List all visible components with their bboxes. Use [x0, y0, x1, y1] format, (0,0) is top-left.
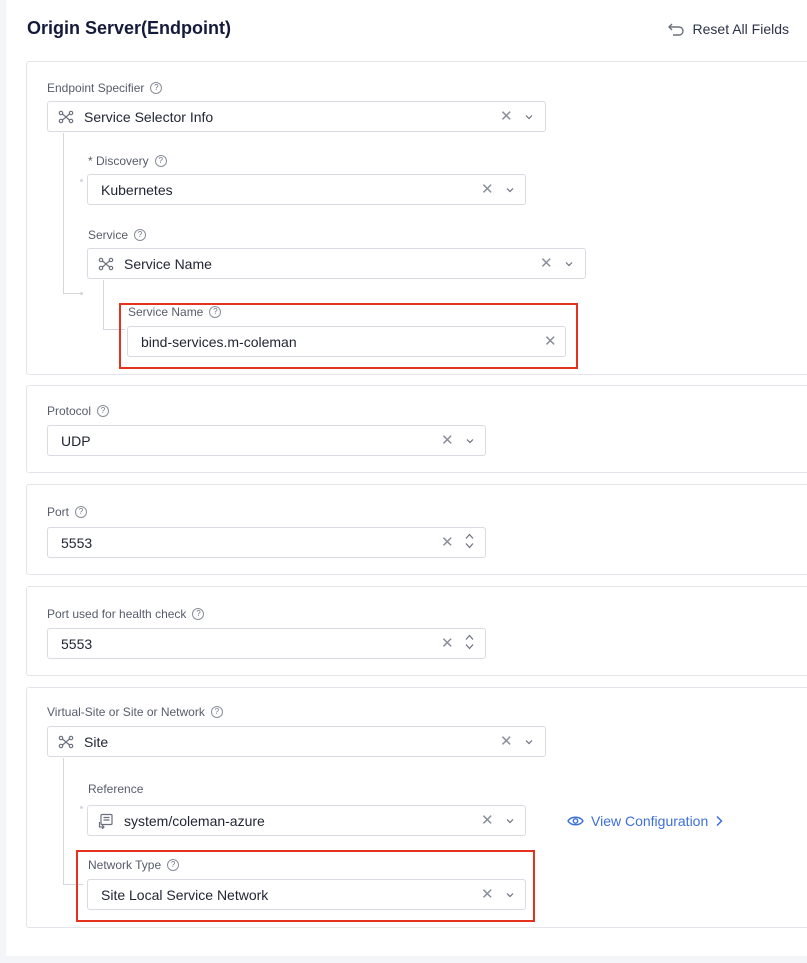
reset-label: Reset All Fields [692, 21, 789, 37]
clear-icon[interactable]: ✕ [481, 813, 494, 828]
view-configuration-link[interactable]: View Configuration [567, 813, 723, 829]
port-card: Port? 5553 ✕ [26, 484, 807, 575]
port-input[interactable]: 5553 ✕ [47, 527, 486, 558]
form-page: Origin Server(Endpoint) Reset All Fields… [6, 0, 807, 956]
clear-icon[interactable]: ✕ [500, 109, 513, 124]
tree-line [63, 133, 64, 294]
service-name-highlight [119, 303, 578, 369]
port-label: Port? [47, 505, 88, 519]
protocol-label: Protocol? [47, 404, 110, 418]
selector-icon [58, 109, 76, 125]
chevron-down-icon[interactable] [565, 260, 573, 268]
help-icon[interactable]: ? [134, 229, 147, 241]
help-icon[interactable]: ? [192, 608, 205, 620]
tree-dot [80, 292, 83, 295]
endpoint-specifier-select[interactable]: Service Selector Info ✕ [47, 101, 546, 132]
help-icon[interactable]: ? [75, 506, 88, 518]
view-configuration-label: View Configuration [591, 813, 709, 829]
chevron-down-icon[interactable] [525, 738, 533, 746]
port-value: 5553 [61, 534, 93, 551]
help-icon[interactable]: ? [97, 405, 110, 417]
reset-all-fields-button[interactable]: Reset All Fields [667, 20, 789, 38]
eye-icon [567, 816, 584, 826]
health-port-value: 5553 [61, 635, 93, 652]
reset-icon [667, 23, 684, 36]
reference-value: system/coleman-azure [124, 812, 265, 829]
discovery-select[interactable]: Kubernetes ✕ [87, 174, 526, 205]
health-port-card: Port used for health check? 5553 ✕ [26, 586, 807, 676]
clear-icon[interactable]: ✕ [540, 256, 553, 271]
discovery-value: Kubernetes [101, 181, 173, 198]
chevron-down-icon[interactable] [525, 113, 533, 121]
chevron-down-icon[interactable] [506, 186, 514, 194]
selector-icon [58, 734, 76, 750]
clear-icon[interactable]: ✕ [441, 535, 454, 550]
protocol-select[interactable]: UDP ✕ [47, 425, 486, 456]
page-title: Origin Server(Endpoint) [27, 18, 232, 38]
reference-icon [98, 813, 116, 829]
service-value: Service Name [124, 255, 212, 272]
clear-icon[interactable]: ✕ [441, 433, 454, 448]
selector-icon [98, 256, 116, 272]
tree-line [103, 280, 104, 330]
clear-icon[interactable]: ✕ [500, 734, 513, 749]
stepper-icon[interactable] [465, 634, 474, 650]
tree-dot [80, 179, 83, 182]
service-label: Service? [88, 228, 147, 242]
network-type-highlight [76, 850, 535, 922]
protocol-card: Protocol? UDP ✕ [26, 385, 807, 473]
stepper-icon[interactable] [465, 533, 474, 549]
service-select[interactable]: Service Name ✕ [87, 248, 586, 279]
help-icon[interactable]: ? [154, 155, 167, 167]
site-value: Site [84, 733, 109, 750]
endpoint-specifier-value: Service Selector Info [84, 108, 214, 125]
reference-label: Reference [88, 782, 144, 796]
clear-icon[interactable]: ✕ [481, 182, 494, 197]
protocol-value: UDP [61, 432, 91, 449]
endpoint-specifier-label: Endpoint Specifier? [47, 81, 163, 95]
site-select[interactable]: Site ✕ [47, 726, 546, 757]
health-port-input[interactable]: 5553 ✕ [47, 628, 486, 659]
help-icon[interactable]: ? [210, 706, 223, 718]
health-port-label: Port used for health check? [47, 607, 205, 621]
reference-select[interactable]: system/coleman-azure ✕ [87, 805, 526, 836]
discovery-label: * Discovery? [88, 154, 167, 168]
tree-dot [80, 806, 83, 809]
chevron-right-icon [716, 815, 723, 827]
site-label: Virtual-Site or Site or Network? [47, 705, 223, 719]
chevron-down-icon[interactable] [466, 437, 474, 445]
clear-icon[interactable]: ✕ [441, 636, 454, 651]
tree-line [63, 758, 64, 885]
help-icon[interactable]: ? [150, 82, 163, 94]
chevron-down-icon[interactable] [506, 817, 514, 825]
